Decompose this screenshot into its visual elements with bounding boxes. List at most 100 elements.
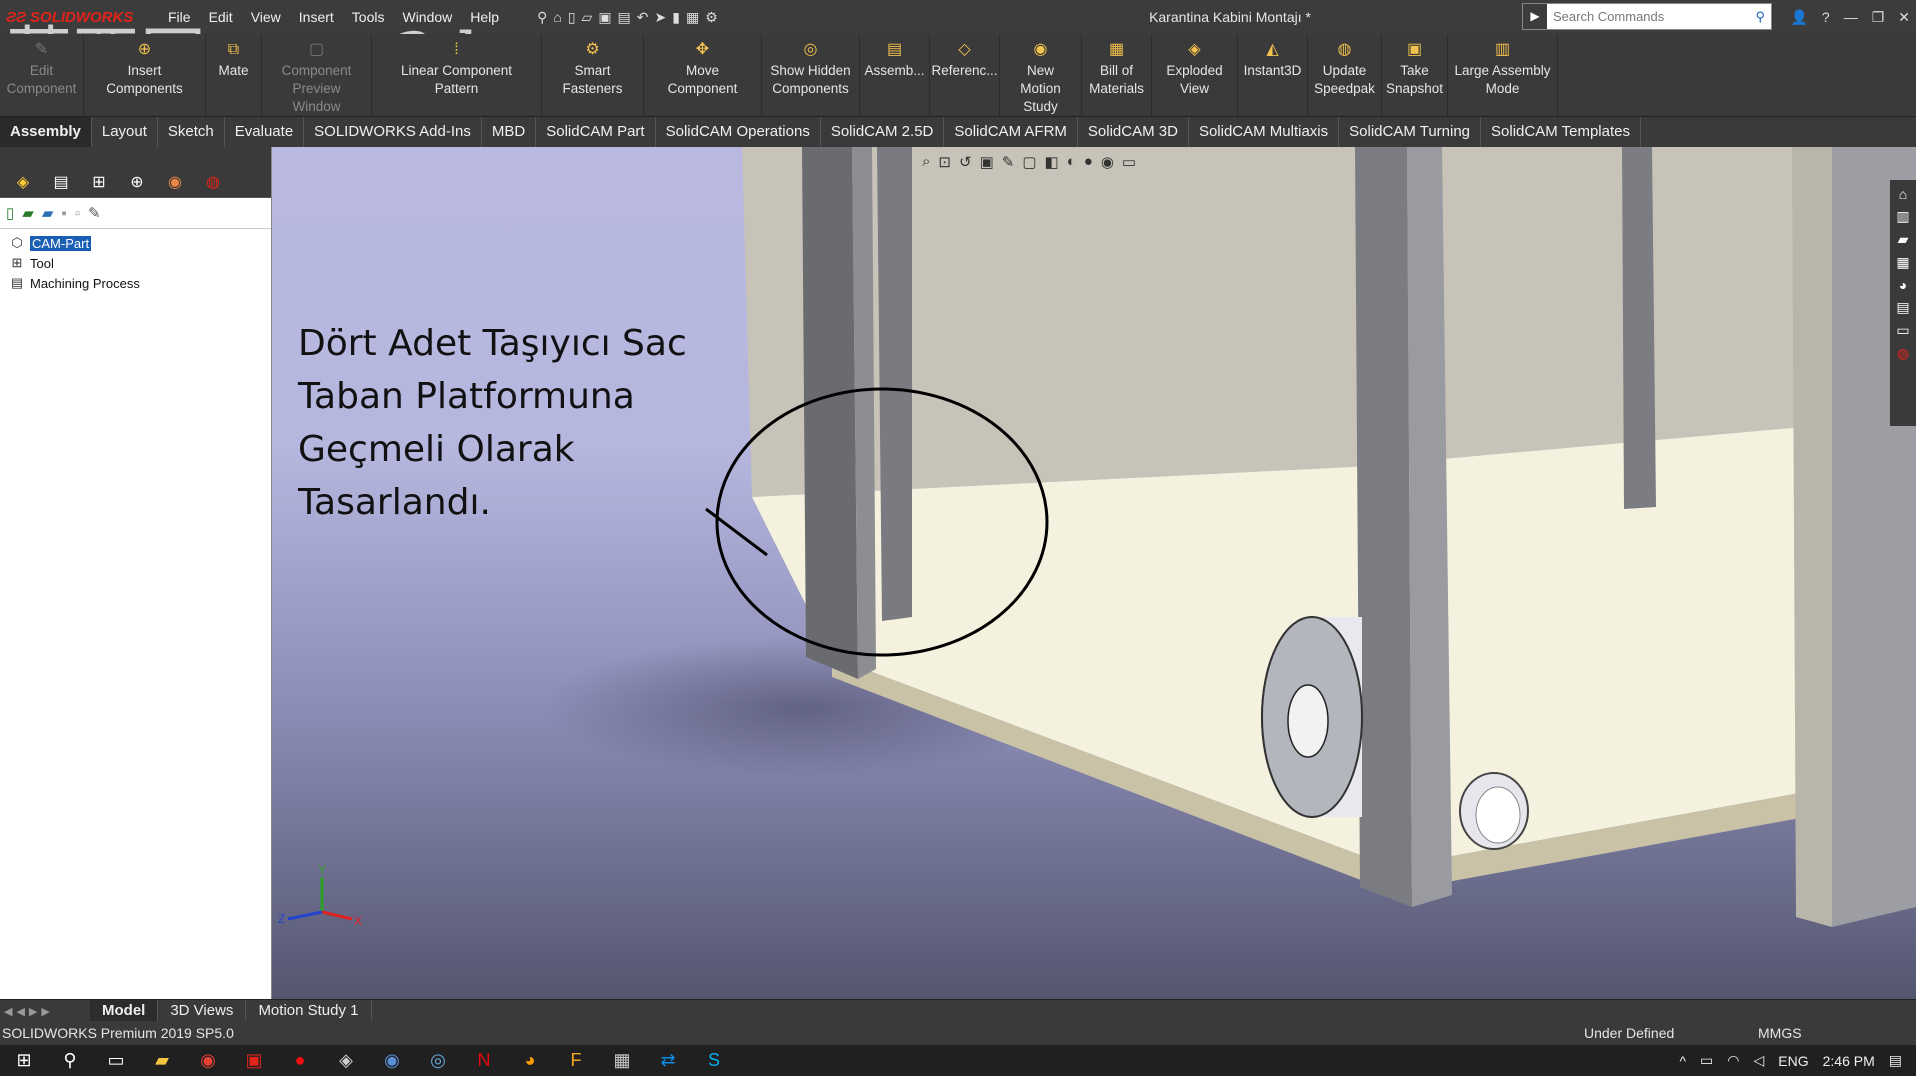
display-style-icon[interactable]: ◧ — [1045, 153, 1059, 171]
app-icon-4[interactable]: F — [564, 1050, 588, 1071]
search-mode-icon[interactable]: ▶ — [1523, 4, 1547, 29]
firefox-icon[interactable]: ◕ — [518, 1050, 542, 1071]
ribbon-button-14[interactable]: ◍ Update Speedpak — [1308, 34, 1382, 116]
tab-solidcam-templates[interactable]: SolidCAM Templates — [1481, 117, 1641, 147]
solidcam-manager-icon[interactable]: ◍ — [200, 172, 226, 194]
feature-manager-icon[interactable]: ◈ — [10, 172, 36, 194]
skype-icon[interactable]: S — [702, 1050, 726, 1071]
help-icon[interactable]: ? — [1822, 9, 1830, 25]
tab-solidcam-multiaxis[interactable]: SolidCAM Multiaxis — [1189, 117, 1340, 147]
tree-item-cam-part[interactable]: ⬡ CAM-Part — [8, 233, 263, 253]
custom-properties-icon[interactable]: ▤ — [1896, 299, 1909, 316]
tab-3d-views[interactable]: 3D Views — [158, 1000, 247, 1022]
display-manager-icon[interactable]: ◉ — [162, 172, 188, 194]
ribbon-button-6[interactable]: ✥ Move Component — [644, 34, 762, 116]
view-settings-icon[interactable]: ▭ — [1122, 153, 1136, 171]
ribbon-button-9[interactable]: ◇ Referenc... — [930, 34, 1000, 116]
task-view-icon[interactable]: ▭ — [104, 1050, 128, 1071]
ribbon-button-4[interactable]: ⁞ Linear Component Pattern — [372, 34, 542, 116]
wifi-icon[interactable]: ◠ — [1727, 1052, 1739, 1069]
ribbon-button-3[interactable]: ▢ Component Preview Window — [262, 34, 372, 116]
tab-mbd[interactable]: MBD — [482, 117, 537, 147]
section-view-icon[interactable]: ▣ — [980, 153, 994, 171]
save-small-icon[interactable]: ▪ — [61, 205, 66, 222]
view-orientation-icon[interactable]: ▢ — [1022, 153, 1036, 171]
ribbon-button-16[interactable]: ▥ Large Assembly Mode — [1448, 34, 1558, 116]
wrench-icon[interactable]: ✎ — [88, 204, 101, 222]
ribbon-button-0[interactable]: ✎ Edit Component — [0, 34, 84, 116]
appearances-icon[interactable]: ◕ — [1899, 277, 1907, 293]
design-library-icon[interactable]: ▥ — [1896, 208, 1909, 225]
tab-evaluate[interactable]: Evaluate — [225, 117, 305, 147]
open-folder-icon[interactable]: ▰ — [22, 204, 34, 222]
property-manager-icon[interactable]: ▤ — [48, 172, 74, 194]
ribbon-button-7[interactable]: ◎ Show Hidden Components — [762, 34, 860, 116]
volume-icon[interactable]: ◁ — [1754, 1052, 1765, 1069]
clock[interactable]: 2:46 PM — [1823, 1053, 1875, 1069]
battery-icon[interactable]: ▭ — [1700, 1052, 1713, 1069]
tab-model[interactable]: Model — [90, 1000, 159, 1022]
tab-solidcam-3d[interactable]: SolidCAM 3D — [1078, 117, 1189, 147]
solidcam-icon[interactable]: ◍ — [1897, 345, 1909, 362]
forum-icon[interactable]: ▭ — [1896, 322, 1909, 339]
search-commands[interactable]: ▶ Search Commands ⚲ — [1522, 3, 1772, 30]
search-taskbar-icon[interactable]: ⚲ — [58, 1050, 82, 1071]
dynamic-annotation-icon[interactable]: ✎ — [1002, 153, 1015, 171]
edit-appearance-icon[interactable]: ● — [1084, 153, 1093, 171]
teamviewer-icon[interactable]: ⇄ — [656, 1050, 680, 1071]
ribbon-button-10[interactable]: ◉ New Motion Study — [1000, 34, 1082, 116]
ribbon-button-12[interactable]: ◈ Exploded View — [1152, 34, 1238, 116]
tree-item-machining-process[interactable]: ▤ Machining Process — [8, 273, 263, 293]
calculator-icon[interactable]: ▦ — [610, 1050, 634, 1071]
ribbon-button-15[interactable]: ▣ Take Snapshot — [1382, 34, 1448, 116]
ribbon-button-1[interactable]: ⊕ Insert Components — [84, 34, 206, 116]
copy-icon[interactable]: ▫ — [75, 205, 80, 222]
tab-solidcam-turning[interactable]: SolidCAM Turning — [1339, 117, 1482, 147]
file-explorer-icon[interactable]: ▰ — [1898, 231, 1909, 248]
tab-assembly[interactable]: Assembly — [0, 117, 92, 147]
tray-expand-icon[interactable]: ^ — [1679, 1053, 1686, 1069]
ribbon-button-2[interactable]: ⧉ Mate — [206, 34, 262, 116]
tab-solidcam-operations[interactable]: SolidCAM Operations — [656, 117, 821, 147]
notifications-icon[interactable]: ▤ — [1889, 1052, 1902, 1069]
dimxpert-icon[interactable]: ⊕ — [124, 172, 150, 194]
tab-motion-study-1[interactable]: Motion Study 1 — [246, 1000, 372, 1022]
zoom-to-area-icon[interactable]: ⊡ — [938, 153, 951, 171]
solidworks-resources-icon[interactable]: ⌂ — [1899, 186, 1907, 202]
tree-item-tool[interactable]: ⊞ Tool — [8, 253, 263, 273]
chrome-icon[interactable]: ◉ — [196, 1050, 220, 1071]
tab-solidworks-add-ins[interactable]: SOLIDWORKS Add-Ins — [304, 117, 482, 147]
minimize-icon[interactable]: — — [1844, 9, 1858, 25]
hide-show-icon[interactable]: ◐ — [1067, 153, 1076, 171]
search-icon[interactable]: ⚲ — [1755, 9, 1771, 25]
tab-sketch[interactable]: Sketch — [158, 117, 225, 147]
view-palette-icon[interactable]: ▦ — [1896, 254, 1909, 271]
apply-scene-icon[interactable]: ◉ — [1101, 153, 1114, 171]
new-icon[interactable]: ▯ — [6, 204, 14, 222]
app-icon-3[interactable]: ◎ — [426, 1050, 450, 1071]
ribbon-button-5[interactable]: ⚙ Smart Fasteners — [542, 34, 644, 116]
solidworks-taskbar-icon[interactable]: ▣ — [242, 1050, 266, 1071]
restore-icon[interactable]: ❐ — [1872, 9, 1885, 26]
file-explorer-taskbar-icon[interactable]: ▰ — [150, 1050, 174, 1071]
folder-icon[interactable]: ▰ — [42, 204, 54, 222]
ribbon-button-11[interactable]: ▦ Bill of Materials — [1082, 34, 1152, 116]
tab-solidcam-part[interactable]: SolidCAM Part — [536, 117, 656, 147]
language-indicator[interactable]: ENG — [1778, 1053, 1808, 1069]
start-icon[interactable]: ⊞ — [12, 1050, 36, 1071]
zoom-to-fit-icon[interactable]: ⌕ — [922, 153, 930, 171]
configuration-manager-icon[interactable]: ⊞ — [86, 172, 112, 194]
record-icon[interactable]: ● — [288, 1050, 312, 1071]
graphics-viewport[interactable]: Y Z X ⌕ ⊡ ↺ ▣ ✎ ▢ ◧ ◐ ● ◉ ▭ Dört Adet Ta… — [272, 147, 1916, 999]
tab-layout[interactable]: Layout — [92, 117, 158, 147]
ribbon-button-8[interactable]: ▤ Assemb... — [860, 34, 930, 116]
user-icon[interactable]: 👤 — [1790, 9, 1807, 26]
ribbon-button-13[interactable]: ◭ Instant3D — [1238, 34, 1308, 116]
close-icon[interactable]: ✕ — [1898, 9, 1910, 26]
tab-solidcam-2-5d[interactable]: SolidCAM 2.5D — [821, 117, 945, 147]
app-icon-2[interactable]: ◉ — [380, 1050, 404, 1071]
search-input[interactable]: Search Commands — [1547, 9, 1755, 24]
tab-solidcam-afrm[interactable]: SolidCAM AFRM — [944, 117, 1078, 147]
previous-view-icon[interactable]: ↺ — [959, 153, 972, 171]
netflix-icon[interactable]: N — [472, 1050, 496, 1071]
